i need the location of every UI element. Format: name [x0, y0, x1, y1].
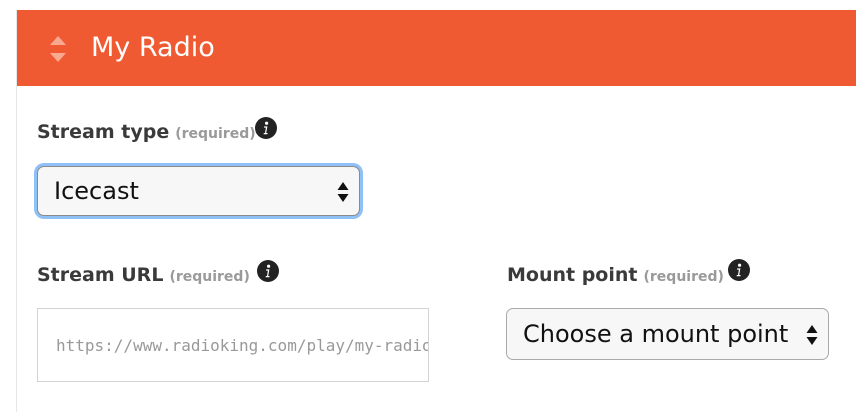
select-arrows-icon — [337, 182, 349, 202]
sort-arrows-icon[interactable] — [49, 34, 67, 64]
stream-url-label-text: Stream URL — [37, 264, 164, 286]
stream-url-input[interactable] — [38, 309, 428, 381]
info-icon[interactable] — [257, 260, 279, 282]
mount-point-value: Choose a mount point — [523, 320, 789, 348]
mount-point-label-text: Mount point — [507, 264, 638, 286]
mount-point-select[interactable]: Choose a mount point — [506, 308, 829, 360]
stream-type-label-text: Stream type — [37, 121, 170, 143]
stream-type-required: (required) — [175, 126, 256, 142]
info-icon[interactable] — [255, 117, 277, 139]
select-arrows-icon — [806, 325, 818, 345]
info-icon[interactable] — [728, 259, 750, 281]
mount-point-label: Mount point (required) — [507, 263, 724, 289]
stream-url-label: Stream URL (required) — [37, 263, 250, 289]
radio-settings-panel: My Radio Stream type (required) Icecast S… — [16, 10, 856, 412]
mount-point-required: (required) — [643, 269, 724, 285]
stream-type-label: Stream type (required) — [37, 120, 256, 146]
panel-header: My Radio — [17, 10, 856, 86]
panel-title: My Radio — [91, 32, 215, 63]
stream-url-field[interactable] — [37, 308, 429, 382]
stream-type-value: Icecast — [54, 177, 139, 205]
stream-type-select[interactable]: Icecast — [37, 166, 360, 216]
stream-url-required: (required) — [169, 269, 250, 285]
